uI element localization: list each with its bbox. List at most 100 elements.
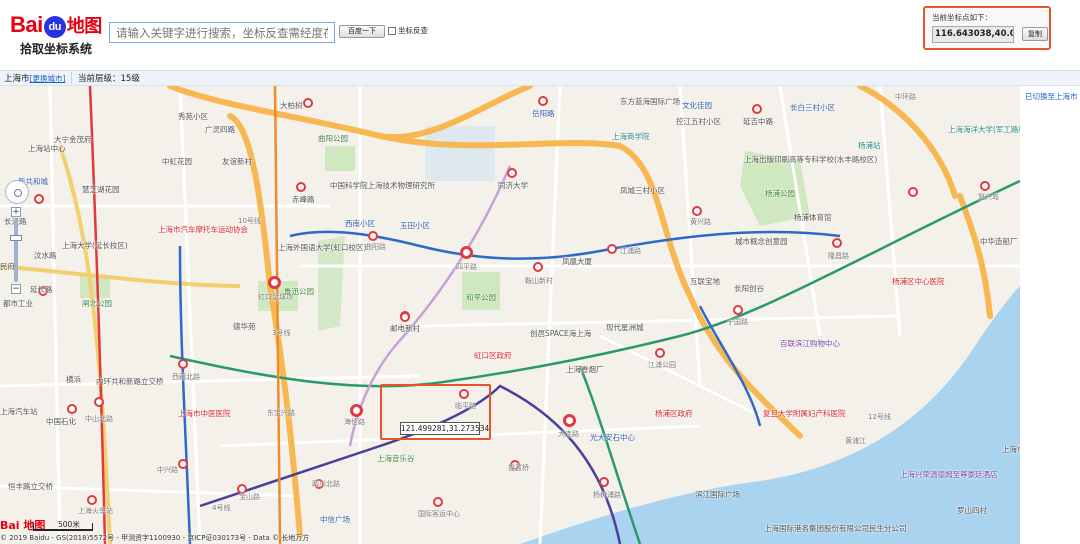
metro-station-icon[interactable] [733, 305, 743, 315]
map-label[interactable]: 中信广场 [320, 514, 350, 525]
map-label[interactable]: 中国科学院上海技术物理研究所 [330, 180, 435, 191]
metro-station-icon[interactable] [460, 246, 473, 259]
map-label[interactable]: 杨浦区中心医院 [892, 276, 945, 287]
map-label[interactable]: 控江五村小区 [676, 116, 721, 127]
map-label[interactable]: 国际客运中心 [418, 509, 460, 519]
map-label[interactable]: 同济大学 [498, 180, 528, 191]
map-label[interactable]: 上海出版印刷高等专科学校(水丰路校区) [744, 154, 877, 165]
map-label[interactable]: 岳阳路 [532, 108, 555, 119]
map-label[interactable]: 大连路 [558, 429, 579, 439]
map-label[interactable]: 上海市汽车摩托车运动协会 [158, 224, 248, 235]
metro-station-icon[interactable] [563, 414, 576, 427]
zoom-slider-track[interactable] [14, 219, 18, 282]
metro-station-icon[interactable] [350, 404, 363, 417]
map-label[interactable]: 3号线 [272, 328, 290, 338]
picked-metro-station-icon[interactable] [400, 312, 410, 322]
map-label[interactable]: 上海音乐谷 [377, 453, 415, 464]
copy-button[interactable]: 复制 [1022, 27, 1048, 41]
map-label[interactable]: 汶水路 [34, 250, 57, 261]
zoom-in-button[interactable]: + [11, 207, 21, 217]
map-label[interactable]: 上海市中医医院 [178, 408, 231, 419]
map-label[interactable]: 互联宝地 [690, 276, 720, 287]
metro-station-icon[interactable] [655, 348, 665, 358]
metro-station-icon[interactable] [87, 495, 97, 505]
metro-station-icon[interactable] [752, 104, 762, 114]
metro-station-icon[interactable] [67, 404, 77, 414]
map-label[interactable]: 上海站中心 [28, 143, 66, 154]
map-label[interactable]: 友谊新村 [222, 156, 252, 167]
map-label[interactable]: 内环共和新路立交桥 [96, 376, 164, 387]
metro-station-icon[interactable] [368, 231, 378, 241]
map-label[interactable]: 长白三村小区 [790, 102, 835, 113]
map-label[interactable]: 凤凰大厦 [562, 256, 592, 267]
map-label[interactable]: 延长路 [30, 284, 53, 295]
metro-station-icon[interactable] [94, 397, 104, 407]
map-label[interactable]: 复旦大学附属妇产科医院 [763, 408, 846, 419]
map-label[interactable]: 黄兴路 [690, 217, 711, 227]
map-label[interactable]: 现代星洲城 [606, 322, 644, 333]
map-label[interactable]: 上海火车站 [78, 506, 113, 516]
metro-station-icon[interactable] [507, 168, 517, 178]
metro-station-icon[interactable] [599, 477, 609, 487]
search-input[interactable] [109, 22, 335, 43]
metro-station-icon[interactable] [692, 206, 702, 216]
map-label[interactable]: 和平公园 [466, 292, 496, 303]
metro-station-icon[interactable] [303, 98, 313, 108]
map-label[interactable]: 上海汽车站 [0, 406, 38, 417]
map-label[interactable]: 12号线 [868, 412, 891, 422]
map-label[interactable]: 百联滨江购物中心 [780, 338, 840, 349]
map-label[interactable]: 杨浦站 [858, 140, 881, 151]
reverse-lookup-toggle[interactable]: 坐标反查 [388, 25, 428, 36]
zoom-out-button[interactable]: − [11, 284, 21, 294]
metro-station-icon[interactable] [268, 276, 281, 289]
map-label[interactable]: 上海市 [1002, 444, 1020, 455]
map-label[interactable]: 秀苑小区 [178, 111, 208, 122]
map-label[interactable]: 宝山路 [239, 492, 260, 502]
map-label[interactable]: 凤城三村小区 [620, 185, 665, 196]
coordinate-value-field[interactable]: 116.643038,40.062465 [932, 26, 1014, 43]
map-label[interactable]: 罗山四村 [957, 505, 987, 516]
map-label[interactable]: 4号线 [212, 503, 230, 513]
map-label[interactable]: 中国石化 [46, 416, 76, 427]
metro-station-icon[interactable] [832, 238, 842, 248]
map-label[interactable]: 宁国路 [727, 317, 748, 327]
map-label[interactable]: 杨树浦路 [593, 490, 621, 500]
map-label[interactable]: 广灵四路 [205, 124, 235, 135]
metro-station-icon[interactable] [178, 459, 188, 469]
map-label[interactable]: 10号线 [238, 216, 261, 226]
map-label[interactable]: 曲阳公园 [318, 133, 348, 144]
map-label[interactable]: 鞍山新村 [525, 276, 553, 286]
map-label[interactable]: 虹口区政府 [474, 350, 512, 361]
map-label[interactable]: 东宝兴路 [267, 408, 295, 418]
map-label[interactable]: 城市概念创意园 [735, 236, 788, 247]
map-label[interactable]: 西南小区 [345, 218, 375, 229]
map-label[interactable]: 复兴岛 [978, 192, 999, 202]
map-label[interactable]: 延吉中路 [743, 116, 773, 127]
map-label[interactable]: 上海大学(延长校区) [62, 240, 128, 251]
metro-station-icon[interactable] [34, 194, 44, 204]
map-label[interactable]: 民府 [0, 261, 15, 272]
map-label[interactable]: 四平路 [456, 262, 477, 272]
zoom-slider-thumb[interactable] [10, 235, 22, 241]
map-label[interactable]: 杨浦区政府 [655, 408, 693, 419]
map-label[interactable]: 大柏树 [280, 100, 303, 111]
map-label[interactable]: 中虹花园 [162, 156, 192, 167]
metro-station-icon[interactable] [908, 187, 918, 197]
map-label[interactable]: 闸北公园 [82, 298, 112, 309]
map-label[interactable]: 上海国际港务集团股份有限公司民生分公司 [764, 523, 907, 534]
map-label[interactable]: 西藏北路 [172, 372, 200, 382]
map-label[interactable]: 曲阳路 [365, 242, 386, 252]
map-label[interactable]: 江浦公园 [648, 360, 676, 370]
metro-station-icon[interactable] [607, 244, 617, 254]
map-label[interactable]: 上海商学院 [612, 131, 650, 142]
metro-station-icon[interactable] [433, 497, 443, 507]
map-label[interactable]: 提篮桥 [508, 463, 529, 473]
map-label[interactable]: 上海兴荣温德姆至尊豪廷酒店 [900, 469, 998, 480]
metro-station-icon[interactable] [538, 96, 548, 106]
map-label[interactable]: 黄浦江 [845, 436, 866, 446]
map-label[interactable]: 中山北路 [85, 414, 113, 424]
map-label[interactable]: 创邑SPACE海上海 [530, 328, 591, 339]
map-label[interactable]: 江浦路 [620, 246, 641, 256]
map-label[interactable]: 上海外国语大学(虹口校区) [278, 242, 366, 253]
map-label[interactable]: 德华苑 [233, 321, 256, 332]
